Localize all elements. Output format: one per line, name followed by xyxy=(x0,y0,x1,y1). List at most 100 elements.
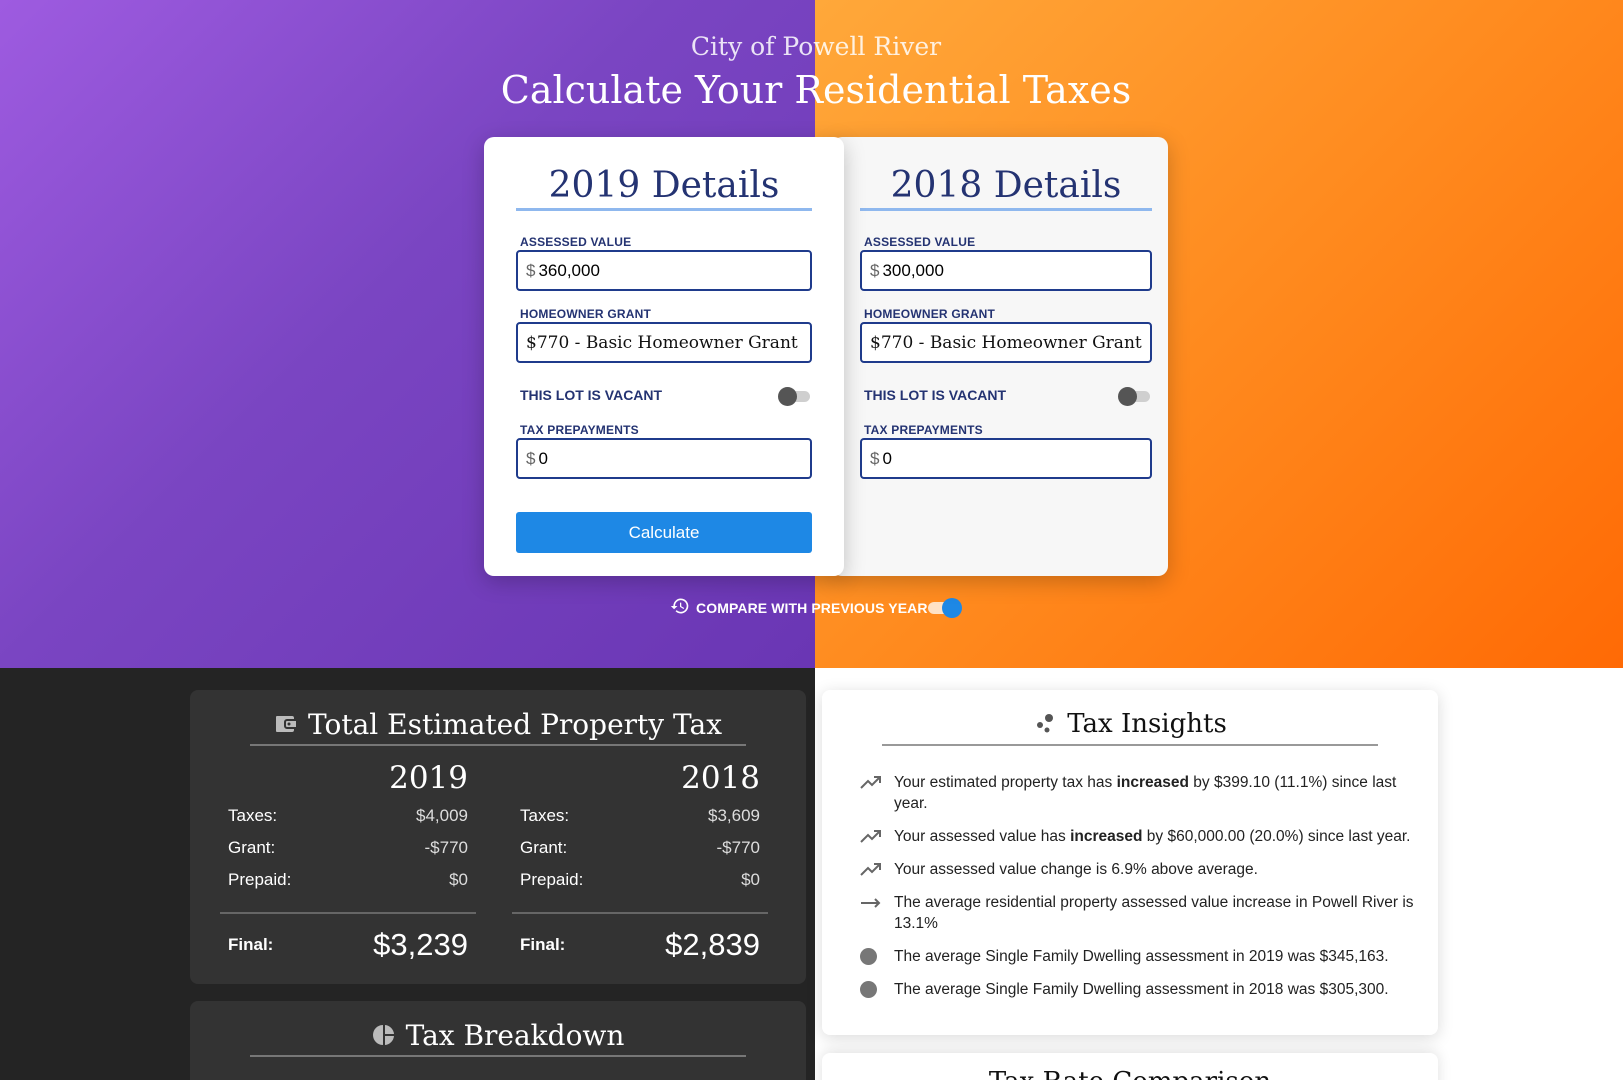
vacant-lot-label: THIS LOT IS VACANT xyxy=(520,387,663,403)
details-card-2018: 2018 Details ASSESSED VALUE $ 300,000 HO… xyxy=(832,137,1168,576)
tax-breakdown-card: Tax Breakdown xyxy=(190,1001,806,1080)
dot-icon xyxy=(860,979,894,1000)
insight-item: Your estimated property tax has increase… xyxy=(860,772,1418,814)
grant-row: Grant: -$770 xyxy=(512,832,768,864)
assessed-value-text: 300,000 xyxy=(882,260,944,280)
tax-rate-comparison-title: Tax Rate Comparison xyxy=(822,1067,1438,1080)
row-value: $3,609 xyxy=(708,806,760,825)
tax-prepayments-input-2019[interactable]: $ 0 xyxy=(516,438,812,479)
row-label: Taxes: xyxy=(228,806,278,825)
tax-breakdown-title-text: Tax Breakdown xyxy=(405,1018,625,1052)
toggle-knob xyxy=(1118,387,1137,406)
total-tax-title: Total Estimated Property Tax xyxy=(250,704,746,746)
bubbles-icon xyxy=(1033,712,1057,736)
final-value: $2,839 xyxy=(665,927,760,962)
row-label: Taxes: xyxy=(520,806,570,825)
currency-symbol: $ xyxy=(870,260,880,280)
insight-item: Your assessed value has increased by $60… xyxy=(860,826,1418,847)
tax-insights-title-text: Tax Insights xyxy=(1067,709,1227,739)
taxes-row: Taxes: $4,009 xyxy=(220,800,476,832)
page-subtitle: City of Powell River xyxy=(690,32,942,61)
assessed-value-input-2018[interactable]: $ 300,000 xyxy=(860,250,1152,291)
row-value: $0 xyxy=(449,870,468,889)
insight-text: The average Single Family Dwelling asses… xyxy=(894,948,1389,965)
history-icon xyxy=(670,596,690,621)
tax-rate-comparison-card: Tax Rate Comparison xyxy=(822,1053,1438,1080)
assessed-value-label: ASSESSED VALUE xyxy=(864,235,976,249)
currency-symbol: $ xyxy=(526,448,536,468)
toggle-knob xyxy=(942,598,962,618)
insight-item: The average Single Family Dwelling asses… xyxy=(860,979,1418,1000)
homeowner-grant-select-2018[interactable]: $770 - Basic Homeowner Grant xyxy=(860,322,1152,363)
homeowner-grant-value: $770 - Basic Homeowner Grant xyxy=(526,332,798,353)
row-value: $0 xyxy=(741,870,760,889)
prepaid-row: Prepaid: $0 xyxy=(512,864,768,896)
tax-insights-title: Tax Insights xyxy=(882,704,1378,746)
year-heading: 2018 xyxy=(681,760,760,796)
total-tax-card: Total Estimated Property Tax 2019 Taxes:… xyxy=(190,690,806,984)
final-row: Final: $2,839 xyxy=(512,914,768,976)
trending-up-icon xyxy=(860,859,894,880)
currency-symbol: $ xyxy=(526,260,536,280)
taxes-row: Taxes: $3,609 xyxy=(512,800,768,832)
calculate-button[interactable]: Calculate xyxy=(516,512,812,553)
insight-item: The average Single Family Dwelling asses… xyxy=(860,946,1418,967)
prepaid-row: Prepaid: $0 xyxy=(220,864,476,896)
final-row: Final: $3,239 xyxy=(220,914,476,976)
insight-text: The average residential property assesse… xyxy=(894,894,1414,932)
insights-list: Your estimated property tax has increase… xyxy=(860,772,1418,1012)
page-title: Calculate Your Residential Taxes xyxy=(500,68,1132,112)
insight-item: The average residential property assesse… xyxy=(860,892,1418,934)
row-value: $4,009 xyxy=(416,806,468,825)
assessed-value-text: 360,000 xyxy=(538,260,600,280)
vacant-lot-toggle-2018[interactable] xyxy=(1118,387,1150,406)
arrow-right-icon xyxy=(860,892,894,913)
row-label: Grant: xyxy=(520,838,568,857)
insight-text: The average Single Family Dwelling asses… xyxy=(894,981,1389,998)
final-value: $3,239 xyxy=(373,927,468,962)
compare-toggle[interactable] xyxy=(928,598,964,618)
trending-up-icon xyxy=(860,772,894,793)
pie-chart-icon xyxy=(372,1023,396,1047)
vacant-lot-toggle-2019[interactable] xyxy=(778,387,810,406)
card-title-2019: 2019 Details xyxy=(516,137,812,211)
assessed-value-input-2019[interactable]: $ 360,000 xyxy=(516,250,812,291)
row-label: Grant: xyxy=(228,838,276,857)
tax-insights-card: Tax Insights Your estimated property tax… xyxy=(822,690,1438,1035)
tax-prepayments-input-2018[interactable]: $ 0 xyxy=(860,438,1152,479)
wallet-icon xyxy=(274,712,298,736)
dot-icon xyxy=(860,946,894,967)
row-label: Prepaid: xyxy=(228,870,292,889)
total-tax-title-text: Total Estimated Property Tax xyxy=(308,707,722,741)
details-card-2019: 2019 Details ASSESSED VALUE $ 360,000 HO… xyxy=(484,137,844,576)
currency-symbol: $ xyxy=(870,448,880,468)
vacant-lot-row-2018: THIS LOT IS VACANT xyxy=(864,386,1152,406)
insight-item: Your assessed value change is 6.9% above… xyxy=(860,859,1418,880)
homeowner-grant-label: HOMEOWNER GRANT xyxy=(864,307,995,321)
toggle-knob xyxy=(778,387,797,406)
vacant-lot-label: THIS LOT IS VACANT xyxy=(864,387,1007,403)
grant-row: Grant: -$770 xyxy=(220,832,476,864)
row-value: -$770 xyxy=(716,838,760,857)
insight-text: Your estimated property tax has increase… xyxy=(894,774,1397,812)
tax-prepayments-text: 0 xyxy=(538,448,548,468)
tax-column-2018: 2018 Taxes: $3,609 Grant: -$770 Prepaid: $0… xyxy=(512,760,768,976)
tax-breakdown-title: Tax Breakdown xyxy=(250,1015,746,1057)
tax-prepayments-label: TAX PREPAYMENTS xyxy=(520,423,639,437)
tax-prepayments-label: TAX PREPAYMENTS xyxy=(864,423,983,437)
row-label: Final: xyxy=(228,935,274,954)
insight-text: Your assessed value has increased by $60… xyxy=(894,828,1411,845)
compare-previous-year[interactable]: COMPARE WITH PREVIOUS YEAR xyxy=(670,596,928,620)
assessed-value-label: ASSESSED VALUE xyxy=(520,235,632,249)
insight-text: Your assessed value change is 6.9% above… xyxy=(894,861,1258,878)
vacant-lot-row-2019: THIS LOT IS VACANT xyxy=(520,386,812,406)
homeowner-grant-select-2019[interactable]: $770 - Basic Homeowner Grant xyxy=(516,322,812,363)
row-label: Prepaid: xyxy=(520,870,584,889)
tax-prepayments-text: 0 xyxy=(882,448,892,468)
row-label: Final: xyxy=(520,935,566,954)
trending-up-icon xyxy=(860,826,894,847)
compare-label: COMPARE WITH PREVIOUS YEAR xyxy=(696,600,928,616)
homeowner-grant-label: HOMEOWNER GRANT xyxy=(520,307,651,321)
year-heading: 2019 xyxy=(389,760,468,796)
tax-column-2019: 2019 Taxes: $4,009 Grant: -$770 Prepaid: $0… xyxy=(220,760,476,976)
